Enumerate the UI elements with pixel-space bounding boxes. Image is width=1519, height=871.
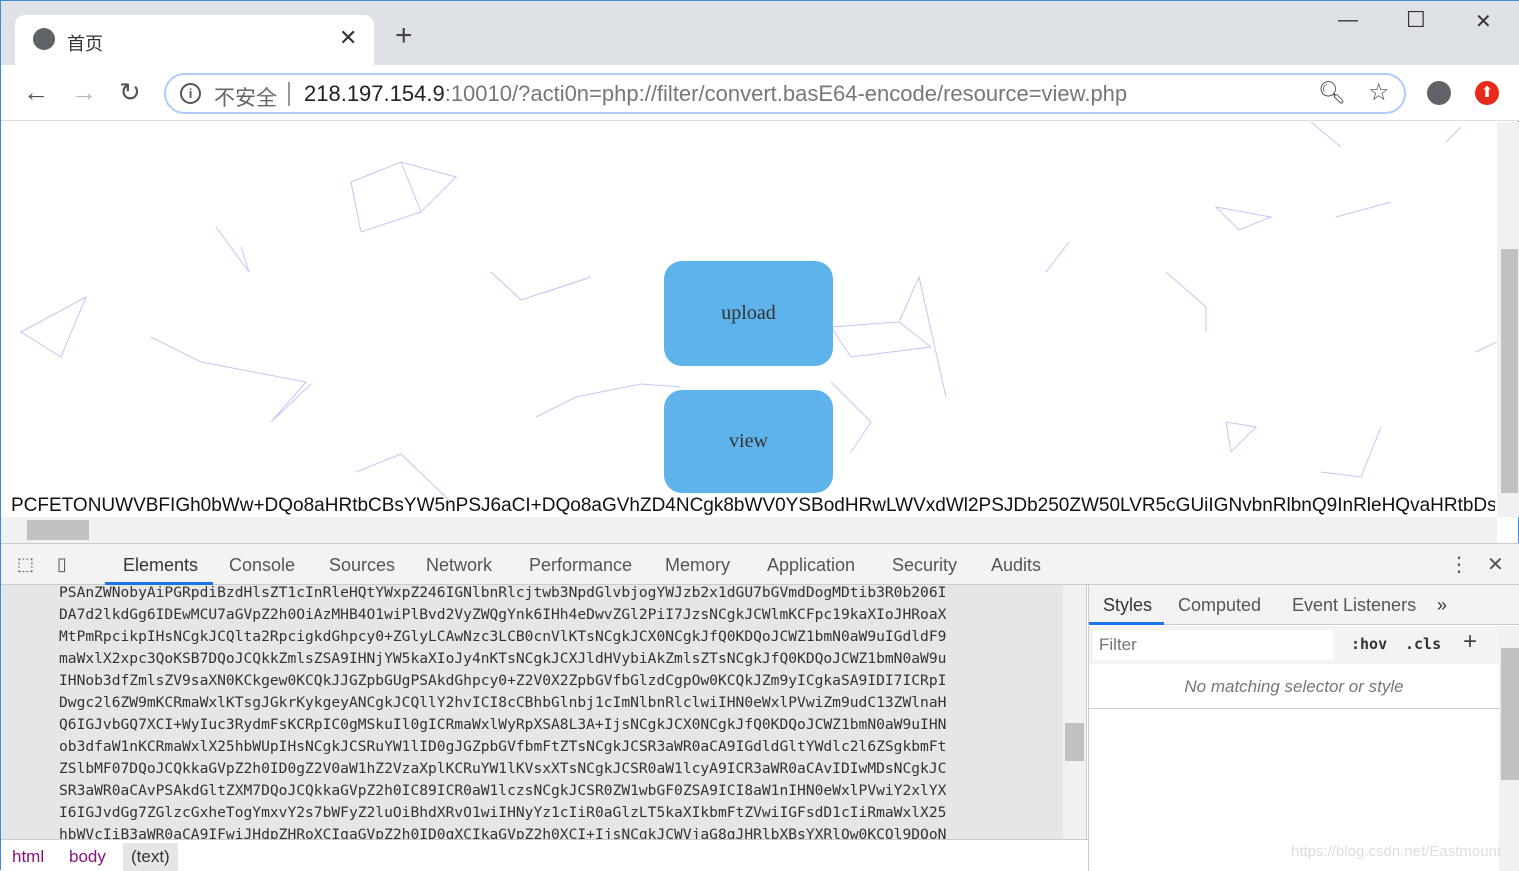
tab-security[interactable]: Security: [892, 555, 957, 576]
url-path: :10010/?acti0n=php://filter/convert.basE…: [444, 81, 1128, 106]
browser-toolbar: ← → ↻ i 不安全 218.197.154.9:10010/?acti0n=…: [1, 65, 1519, 121]
forward-icon[interactable]: →: [71, 79, 97, 105]
view-button[interactable]: view: [664, 390, 833, 493]
styles-scrollbar[interactable]: [1499, 626, 1519, 871]
close-tab-icon[interactable]: ✕: [339, 25, 357, 51]
code-line: maWxlX2xpc3QoKSB7DQoJCQkkZmlsZSA9IHNjYW5…: [59, 650, 947, 667]
tab-title: 首页: [67, 34, 103, 54]
code-line: DA7d2lkdGg6IDEwMCU7aGVpZ2h0OiAzMHB4O1wiP…: [59, 606, 947, 623]
tab-network[interactable]: Network: [426, 555, 492, 576]
text-node-content[interactable]: PSAnZWNobyAiPGRpdiBzdHlsZT1cInRleHQtYWxp…: [59, 585, 946, 839]
styles-filter-bar: :hov .cls +: [1089, 626, 1499, 664]
code-line: MtPmRpcikpIHsNCgkJCQlta2RpcigkdGhpcy0+ZG…: [59, 628, 947, 645]
code-line: Q6IGJvbGQ7XCI+WyIuc3RydmFsKCRpIC0gMSkuIl…: [59, 716, 947, 733]
hov-toggle[interactable]: :hov: [1351, 635, 1387, 653]
tab-styles[interactable]: Styles: [1103, 595, 1152, 616]
base64-output: PCFETONUWVBFIGh0bWw+DQo8aHRtbCBsYW5nPSJ6…: [11, 495, 1495, 516]
elements-panel: PSAnZWNobyAiPGRpdiBzdHlsZT1cInRleHQtYWxp…: [1, 585, 1063, 839]
tab-audits[interactable]: Audits: [991, 555, 1041, 576]
reload-icon[interactable]: ↻: [119, 79, 141, 105]
page-content: upload view PCFETONUWVBFIGh0bWw+DQo8aHRt…: [1, 122, 1497, 517]
profile-icon[interactable]: [1427, 81, 1451, 105]
active-tab-indicator: [1089, 622, 1164, 625]
tab-computed[interactable]: Computed: [1178, 595, 1261, 616]
tab-sources[interactable]: Sources: [329, 555, 395, 576]
info-icon[interactable]: i: [180, 83, 201, 104]
filter-input[interactable]: [1093, 630, 1333, 660]
globe-icon: [33, 28, 55, 50]
new-style-rule-button[interactable]: +: [1463, 628, 1477, 656]
breadcrumb-html[interactable]: html: [12, 847, 44, 867]
close-window-button[interactable]: ✕: [1475, 9, 1492, 34]
cls-toggle[interactable]: .cls: [1405, 635, 1441, 653]
breadcrumb-text[interactable]: (text): [123, 843, 178, 871]
url-host: 218.197.154.9: [304, 81, 445, 106]
minimize-button[interactable]: —: [1338, 9, 1358, 32]
extension-icon[interactable]: ⬆: [1475, 81, 1499, 105]
styles-scroll-thumb[interactable]: [1501, 648, 1519, 780]
styles-pane: Styles Computed Event Listeners » :hov .…: [1088, 585, 1519, 871]
new-tab-button[interactable]: +: [395, 21, 413, 51]
not-secure-label[interactable]: 不安全: [214, 82, 277, 112]
code-line: PSAnZWNobyAiPGRpdiBzdHlsZT1cInRleHQtYWxp…: [59, 585, 947, 601]
elements-scroll-thumb[interactable]: [1065, 723, 1084, 761]
tab-elements[interactable]: Elements: [123, 555, 198, 576]
code-line: IHNob3dfZmlsZV9saXN0KCkgew0KCQkJJGZpbGUg…: [59, 672, 947, 689]
page-horizontal-scroll-thumb[interactable]: [27, 520, 89, 540]
back-icon[interactable]: ←: [23, 79, 49, 105]
devtools-toolbar: ⬚ ▯ Elements Console Sources Network Per…: [1, 543, 1519, 585]
code-line: Dwgc2l6ZW9mKCRmaWxlKTsgJGkrKykgeyANCgkJC…: [59, 694, 947, 711]
styles-tabbar: Styles Computed Event Listeners »: [1089, 585, 1519, 625]
tab-memory[interactable]: Memory: [665, 555, 730, 576]
url-text[interactable]: 218.197.154.9:10010/?acti0n=php://filter…: [304, 81, 1127, 107]
more-options-icon[interactable]: ⋮: [1449, 552, 1469, 577]
more-tabs-icon[interactable]: »: [1437, 595, 1447, 616]
breadcrumb-body[interactable]: body: [69, 847, 106, 867]
code-line: ob3dfaW1nKCRmaWxlX25hbWUpIHsNCgkJCSRuYW1…: [59, 738, 947, 755]
code-line: hbWVcIiB3aWR0aCA9IFwiJHdpZHRoXCIgaGVpZ2h…: [59, 826, 947, 839]
breadcrumb: html body (text): [1, 839, 1088, 871]
device-toggle-icon[interactable]: ▯: [57, 554, 67, 575]
zoom-icon[interactable]: 🔍︎: [1318, 80, 1346, 106]
watermark: https://blog.csdn.net/Eastmount: [1291, 843, 1502, 860]
close-devtools-icon[interactable]: ✕: [1487, 552, 1504, 577]
page-vertical-scroll-thumb[interactable]: [1501, 249, 1518, 493]
tab-performance[interactable]: Performance: [529, 555, 632, 576]
maximize-button[interactable]: ☐: [1406, 7, 1426, 33]
elements-scrollbar[interactable]: [1063, 585, 1087, 839]
browser-tab[interactable]: 首页 ✕: [15, 15, 374, 67]
code-line: ZSlbMF07DQoJCQkkaGVpZ2h0ID0gZ2V0aW1hZ2Vz…: [59, 760, 947, 777]
inspect-icon[interactable]: ⬚: [17, 554, 34, 575]
tab-application[interactable]: Application: [767, 555, 855, 576]
upload-button[interactable]: upload: [664, 261, 833, 366]
tab-strip: 首页 ✕ + — ☐ ✕: [1, 1, 1519, 67]
divider: [288, 82, 290, 106]
code-line: I6IGJvdGg7ZGlzcGxheTogYmxvY2s7bWFyZ2luOi…: [59, 804, 947, 821]
tab-event-listeners[interactable]: Event Listeners: [1292, 595, 1416, 616]
empty-styles-message: No matching selector or style: [1089, 665, 1499, 709]
star-icon[interactable]: ☆: [1368, 78, 1390, 107]
address-bar[interactable]: i 不安全 218.197.154.9:10010/?acti0n=php://…: [164, 73, 1406, 114]
tab-console[interactable]: Console: [229, 555, 295, 576]
page-horizontal-scrollbar[interactable]: [1, 517, 1497, 543]
code-line: SR3aWR0aCAvPSAkdGltZXM7DQoJCQkkaGVpZ2h0I…: [59, 782, 947, 799]
